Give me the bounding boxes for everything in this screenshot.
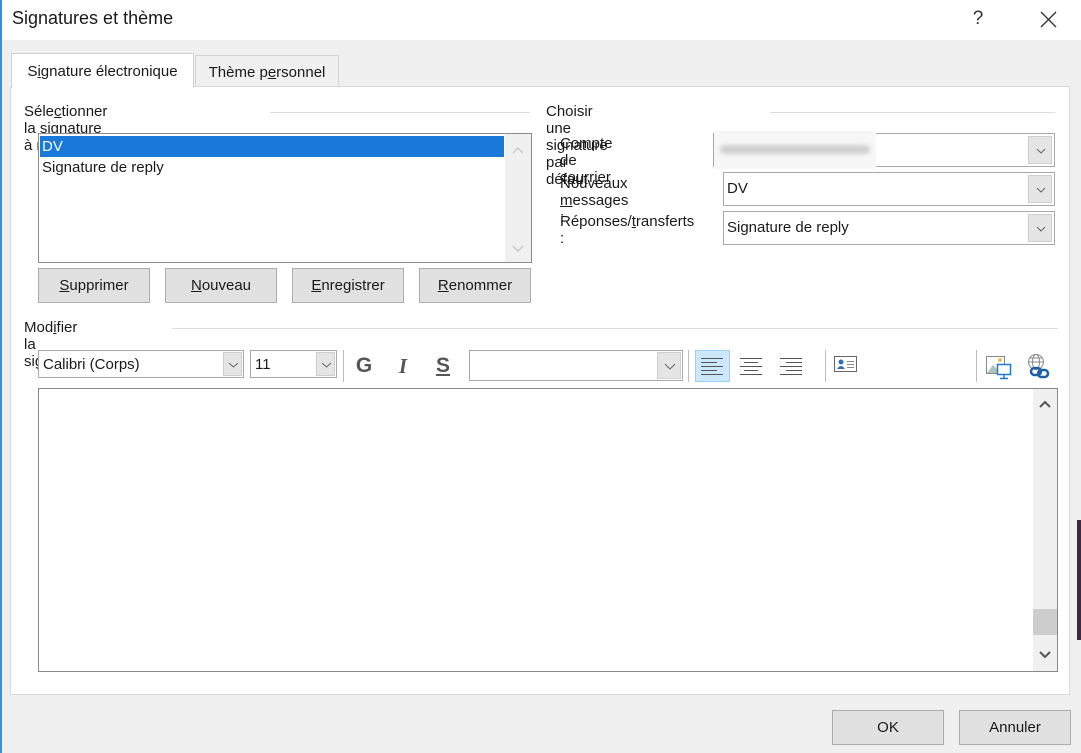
background-window-edge — [1077, 520, 1081, 640]
replies-forwards-select[interactable]: Signature de reply — [723, 211, 1055, 245]
tab-signature-electronique[interactable]: Signature électronique — [11, 53, 194, 88]
new-messages-dropdown[interactable] — [1028, 175, 1052, 203]
rename-button[interactable]: Renommer — [419, 268, 531, 303]
chevron-down-icon — [1036, 148, 1046, 154]
mail-account-dropdown[interactable] — [1028, 136, 1052, 164]
replies-forwards-label: Réponses/transferts : — [560, 213, 695, 247]
chevron-down-icon — [664, 363, 676, 370]
signature-list-item-reply[interactable]: Signature de reply — [40, 157, 504, 178]
ok-button[interactable]: OK — [832, 710, 944, 745]
delete-button[interactable]: Supprimer — [38, 268, 150, 303]
insert-hyperlink-button[interactable] — [1023, 351, 1053, 381]
tab-theme-personnel[interactable]: Thème personnel — [195, 55, 339, 86]
align-center-button[interactable] — [734, 350, 769, 382]
chevron-down-icon — [1036, 226, 1046, 232]
insert-hyperlink-icon — [1028, 354, 1050, 379]
chevron-down-icon — [512, 245, 524, 252]
title-bar: Signatures et thème ? — [2, 0, 1081, 40]
mail-account-value-blurred — [714, 131, 876, 169]
insert-picture-icon — [986, 356, 1012, 380]
window-border — [0, 0, 2, 753]
font-size-select[interactable]: 11 — [250, 350, 337, 378]
close-icon — [1040, 11, 1057, 28]
chevron-up-icon — [512, 147, 524, 154]
font-size-value: 11 — [255, 356, 271, 373]
italic-button[interactable]: I — [387, 351, 419, 381]
chevron-down-icon — [1039, 651, 1051, 659]
close-button[interactable] — [1028, 4, 1068, 36]
scroll-up-arrow[interactable] — [505, 140, 531, 160]
help-button[interactable]: ? — [960, 4, 996, 36]
font-family-dropdown[interactable] — [223, 352, 242, 376]
group-divider — [172, 328, 1058, 329]
scroll-down-arrow[interactable] — [505, 238, 531, 258]
group-divider — [270, 112, 530, 113]
chevron-up-icon — [1039, 400, 1051, 408]
new-messages-value: DV — [727, 180, 748, 197]
window-title: Signatures et thème — [12, 8, 174, 28]
font-family-value: Calibri (Corps) — [43, 356, 140, 373]
bold-button[interactable]: G — [348, 351, 380, 381]
font-color-dropdown[interactable] — [657, 352, 681, 379]
cancel-button[interactable]: Annuler — [959, 710, 1071, 745]
toolbar-separator — [688, 350, 689, 382]
signature-listbox[interactable]: DV Signature de reply — [38, 133, 532, 263]
new-button[interactable]: Nouveau — [165, 268, 277, 303]
align-right-button[interactable] — [774, 350, 809, 382]
chevron-down-icon — [321, 362, 332, 368]
chevron-down-icon — [228, 362, 239, 368]
font-size-dropdown[interactable] — [316, 352, 335, 376]
font-color-select[interactable] — [469, 350, 683, 381]
underline-button[interactable]: S — [427, 351, 459, 381]
listbox-scrollbar[interactable] — [505, 134, 531, 262]
replies-forwards-dropdown[interactable] — [1028, 214, 1052, 242]
align-right-icon — [780, 358, 802, 375]
editor-scroll-thumb[interactable] — [1033, 609, 1057, 635]
signature-editor-content[interactable] — [43, 393, 1029, 667]
editor-scrollbar[interactable] — [1033, 389, 1057, 671]
business-card-button[interactable]: Carte de visite — [834, 352, 871, 458]
font-family-select[interactable]: Calibri (Corps) — [38, 350, 244, 378]
chevron-down-icon — [1036, 187, 1046, 193]
editor-scroll-down[interactable] — [1033, 643, 1057, 667]
editor-scroll-up[interactable] — [1033, 393, 1057, 417]
align-left-button[interactable] — [695, 350, 730, 382]
signature-list-item-dv[interactable]: DV — [40, 136, 504, 157]
align-left-icon — [701, 358, 723, 375]
toolbar-separator — [343, 350, 344, 382]
toolbar-separator — [976, 350, 977, 382]
replies-forwards-value: Signature de reply — [727, 219, 849, 236]
align-center-icon — [740, 358, 762, 375]
toolbar-separator — [825, 350, 826, 382]
new-messages-select[interactable]: DV — [723, 172, 1055, 206]
group-divider — [770, 112, 1055, 113]
business-card-icon — [834, 356, 857, 372]
save-button[interactable]: Enregistrer — [292, 268, 404, 303]
signature-editor[interactable] — [38, 388, 1058, 672]
insert-picture-button[interactable] — [984, 351, 1014, 381]
